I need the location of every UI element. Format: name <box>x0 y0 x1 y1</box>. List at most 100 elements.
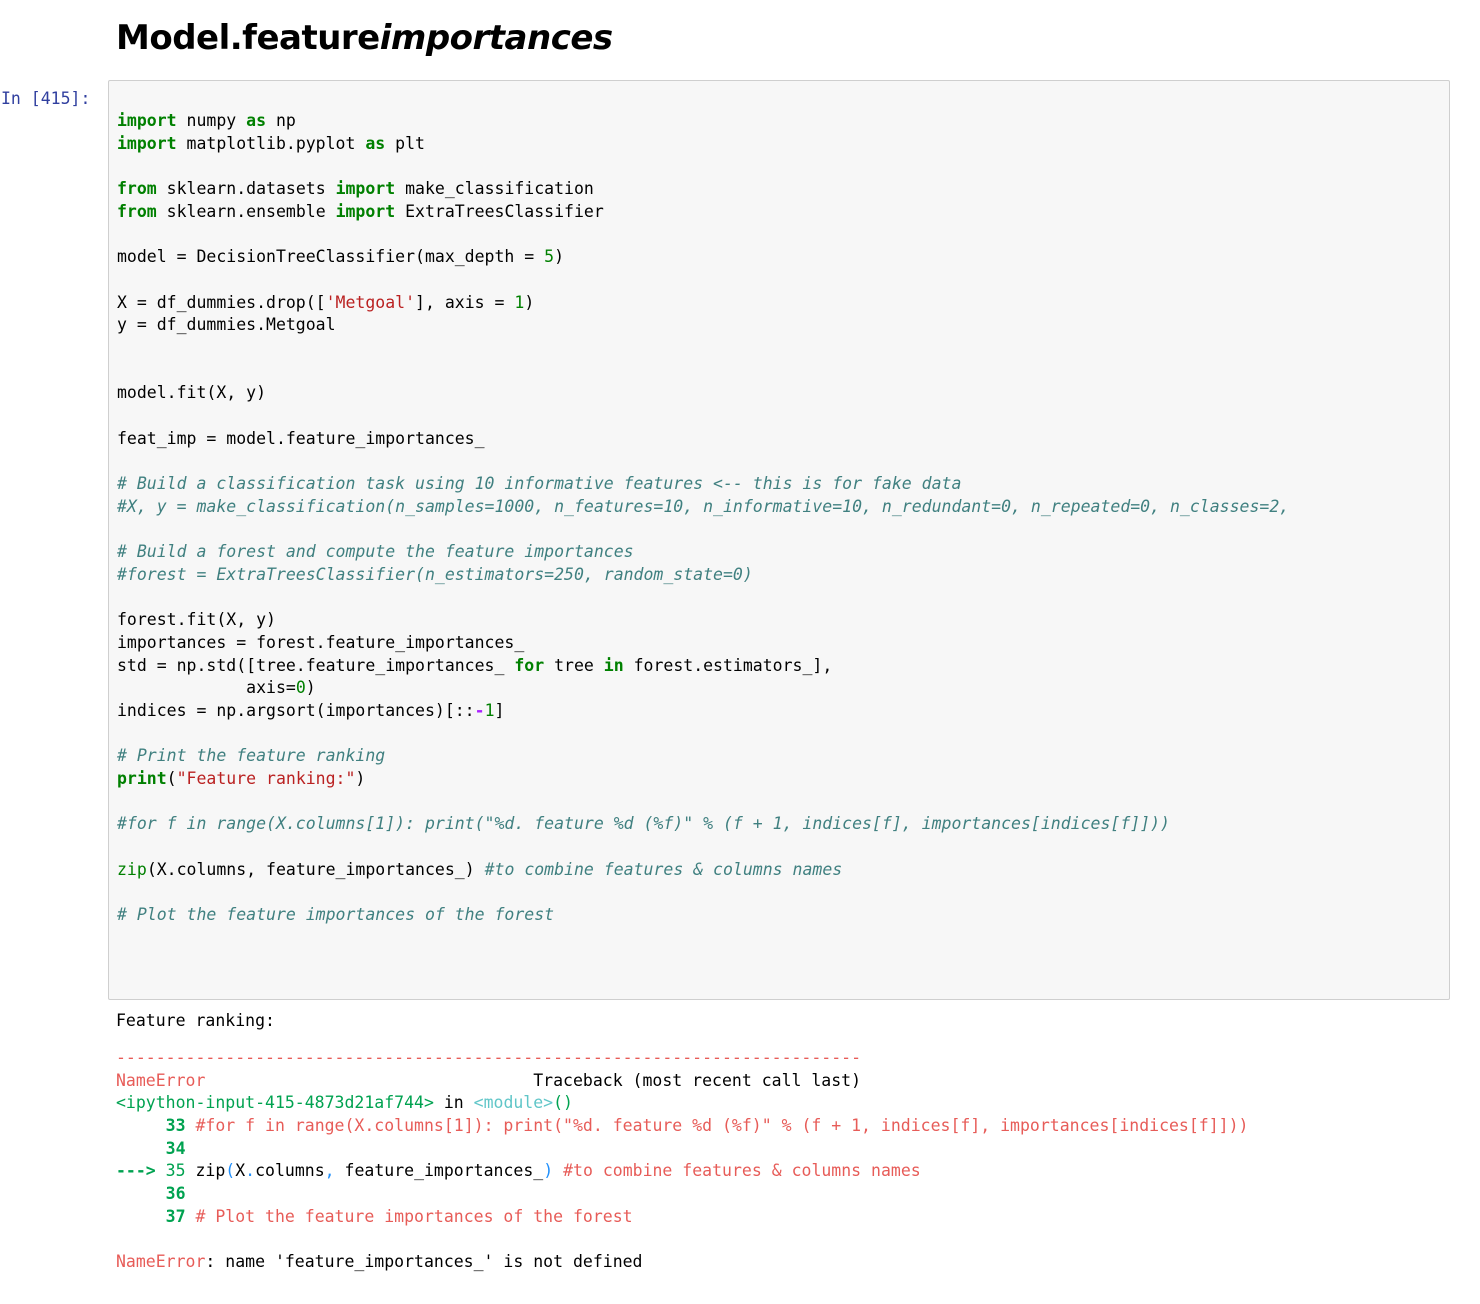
code-token: import <box>117 133 177 153</box>
code-token: 34 <box>165 1138 186 1158</box>
code-line: ​ <box>117 791 1289 814</box>
output-stream: Feature ranking: <box>116 1011 275 1030</box>
code-token: NameError <box>116 1070 206 1090</box>
code-token: sklearn.datasets <box>156 179 336 199</box>
code-token: ( <box>225 1161 236 1181</box>
traceback-line: <ipython-input-415-4873d21af744> in <mod… <box>116 1092 1248 1115</box>
code-token: X = df_dummies.drop([ <box>117 292 326 312</box>
code-line: ​ <box>117 723 1289 746</box>
code-line: ​ <box>117 586 1289 609</box>
code-token: # Build a classification task using 10 i… <box>117 474 962 493</box>
code-line: axis=0) <box>117 677 1289 700</box>
code-line: ​ <box>117 155 1289 178</box>
heading-italic-text: importances <box>379 18 613 58</box>
code-line: importances = forest.feature_importances… <box>117 632 1289 655</box>
code-line: forest.fit(X, y) <box>117 609 1289 632</box>
code-line: # Build a classification task using 10 i… <box>117 473 1289 496</box>
code-token: ) <box>554 247 565 267</box>
code-token: # Plot the feature importances of the fo… <box>195 1206 633 1226</box>
code-token: as <box>365 133 386 153</box>
input-prompt: In [415]: <box>1 89 91 108</box>
code-line: ​ <box>117 450 1289 473</box>
code-token: ) <box>524 292 535 312</box>
traceback-line: NameError Traceback (most recent call la… <box>116 1070 1248 1093</box>
error-traceback: ----------------------------------------… <box>116 1047 1248 1274</box>
code-token: Traceback (most recent call last) <box>205 1070 862 1090</box>
code-line: y = df_dummies.Metgoal <box>117 314 1289 337</box>
code-token: zip <box>117 859 147 879</box>
code-line: X = df_dummies.drop(['Metgoal'], axis = … <box>117 292 1289 315</box>
code-token: np <box>266 111 296 130</box>
code-token: ) <box>543 1161 554 1181</box>
code-token: NameError <box>116 1252 206 1272</box>
code-token: for <box>514 655 545 675</box>
code-line: from sklearn.datasets import make_classi… <box>117 178 1289 201</box>
code-token: forest.estimators_], <box>623 655 833 675</box>
code-token: print <box>117 768 167 788</box>
traceback-line: ---> 35 zip(X.columns, feature_importanc… <box>116 1160 1248 1183</box>
code-token: <module> <box>473 1093 554 1113</box>
code-token: "Feature ranking:" <box>176 768 356 788</box>
code-token: , <box>324 1161 335 1181</box>
code-token: import <box>335 179 396 199</box>
code-token: # Build a forest and compute the feature… <box>117 542 634 562</box>
code-token: #forest = ExtraTreesClassifier(n_estimat… <box>117 564 753 584</box>
code-token: ---> <box>116 1161 166 1181</box>
code-token: make_classification <box>395 179 594 199</box>
code-editor[interactable]: import numpy as np import matplotlib.pypl… <box>117 110 1289 927</box>
traceback-line: ----------------------------------------… <box>116 1047 1248 1070</box>
code-token: model.fit(X, y) <box>117 383 267 403</box>
traceback-line: ​ <box>116 1229 1248 1252</box>
code-token: tree <box>544 655 604 675</box>
code-token: feature_importances_ <box>334 1161 544 1181</box>
code-token: # Plot the feature importances of the fo… <box>117 905 555 925</box>
code-token: from <box>117 179 157 199</box>
code-token: ----------------------------------------… <box>116 1048 862 1067</box>
code-line: ​ <box>117 881 1289 904</box>
code-token: # Print the feature ranking <box>117 746 386 766</box>
code-token: importances = forest.feature_importances… <box>117 632 525 652</box>
code-token: forest.fit(X, y) <box>117 610 276 630</box>
code-token: 'Metgoal' <box>325 292 416 312</box>
code-cell-input[interactable]: import numpy as np import matplotlib.pypl… <box>108 80 1450 1000</box>
code-token: plt <box>385 133 425 153</box>
code-line: ​ <box>117 360 1289 383</box>
traceback-line: 33 #for f in range(X.columns[1]): print(… <box>116 1115 1249 1138</box>
code-line: ​ <box>117 405 1289 428</box>
code-line: ​ <box>117 269 1289 292</box>
code-token: columns <box>255 1161 325 1181</box>
code-token: zip <box>185 1161 226 1181</box>
code-token: import <box>335 201 396 221</box>
code-token: ( <box>166 768 177 788</box>
code-token: () <box>553 1093 573 1113</box>
code-line: zip(X.columns, feature_importances_) #to… <box>117 859 1289 882</box>
code-token: 35 <box>165 1161 186 1181</box>
code-token: std = np.std([tree.feature_importances_ <box>117 655 515 675</box>
code-token: model = DecisionTreeClassifier(max_depth… <box>117 247 545 267</box>
code-token: #for f in range(X.columns[1]): print("%d… <box>117 814 1170 834</box>
code-token: ExtraTreesClassifier <box>395 201 604 221</box>
code-line: # Print the feature ranking <box>117 745 1289 768</box>
code-token: #X, y = make_classification(n_samples=10… <box>117 496 1290 516</box>
code-line: ​ <box>117 223 1289 246</box>
code-token: sklearn.ensemble <box>156 201 336 221</box>
code-token: #to combine features & columns names <box>484 859 843 879</box>
code-token: (X.columns, feature_importances_) <box>146 859 485 879</box>
code-token: ) <box>305 678 316 698</box>
code-token: as <box>246 111 267 130</box>
code-line: feat_imp = model.feature_importances_ <box>117 428 1289 451</box>
code-token: 36 <box>165 1184 186 1204</box>
code-line: import numpy as np <box>117 110 1289 133</box>
code-token: in <box>433 1093 474 1113</box>
code-line: from sklearn.ensemble import ExtraTreesC… <box>117 201 1289 224</box>
code-line: #X, y = make_classification(n_samples=10… <box>117 496 1289 519</box>
code-token: y = df_dummies.Metgoal <box>117 315 336 335</box>
code-token: feat_imp = model.feature_importances_ <box>117 428 485 448</box>
code-token: axis= <box>117 678 296 698</box>
code-token: matplotlib.pyplot <box>176 133 366 153</box>
code-token: #for f in range(X.columns[1]): print("%d… <box>195 1116 1249 1136</box>
